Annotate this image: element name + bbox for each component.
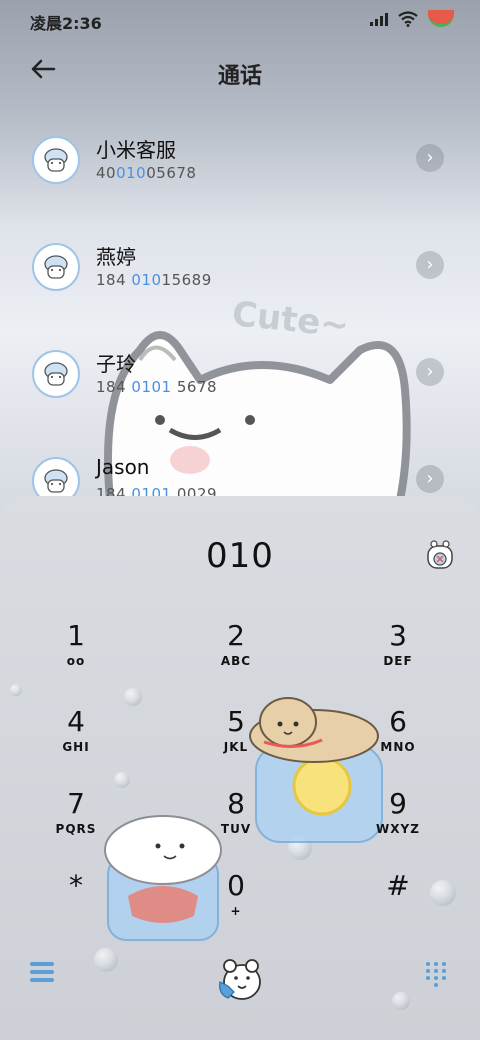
keypad-icon[interactable] bbox=[426, 962, 450, 988]
chevron-right-icon[interactable]: › bbox=[416, 251, 444, 279]
dialed-number: 010 bbox=[206, 536, 274, 576]
contact-name: Jason bbox=[96, 455, 150, 479]
bottom-bar bbox=[0, 940, 480, 1010]
delete-icon[interactable] bbox=[422, 536, 458, 572]
avatar bbox=[32, 243, 80, 291]
chevron-right-icon[interactable]: › bbox=[416, 358, 444, 386]
header: 通话 bbox=[0, 44, 480, 100]
wifi-icon bbox=[398, 10, 418, 27]
contact-name: 小米客服 bbox=[96, 138, 176, 162]
dial-key-5[interactable]: 5 JKL bbox=[176, 706, 296, 776]
contact-number: 184 0101 5678 bbox=[96, 378, 218, 396]
dial-key-7[interactable]: 7 PQRS bbox=[16, 788, 136, 858]
contact-number: 184 01015689 bbox=[96, 271, 212, 289]
avatar bbox=[32, 457, 80, 498]
dial-key-1[interactable]: 1 oo bbox=[16, 620, 136, 690]
page-title: 通话 bbox=[217, 64, 262, 89]
call-icon[interactable] bbox=[214, 952, 266, 1004]
avatar bbox=[32, 350, 80, 398]
status-time: 凌晨2:36 bbox=[30, 14, 102, 33]
contact-name: 燕婷 bbox=[96, 245, 136, 269]
list-item[interactable]: 小米客服 4001005678 › bbox=[0, 118, 480, 208]
dial-key-9[interactable]: 9 WXYZ bbox=[338, 788, 458, 858]
chevron-right-icon[interactable]: › bbox=[416, 465, 444, 493]
status-icons bbox=[370, 10, 454, 27]
dial-key-6[interactable]: 6 MNO bbox=[338, 706, 458, 776]
voicemail-icon: oo bbox=[66, 654, 86, 668]
menu-icon[interactable] bbox=[30, 962, 54, 986]
contact-name: 子玲 bbox=[96, 352, 136, 376]
dial-key-2[interactable]: 2 ABC bbox=[176, 620, 296, 690]
list-item[interactable]: Jason 184 0101 0029 › bbox=[0, 439, 480, 498]
dial-key-3[interactable]: 3 DEF bbox=[338, 620, 458, 690]
list-item[interactable]: 燕婷 184 01015689 › bbox=[0, 225, 480, 315]
dial-key-8[interactable]: 8 TUV bbox=[176, 788, 296, 858]
dial-key-hash[interactable]: # bbox=[338, 870, 458, 940]
dial-key-4[interactable]: 4 GHI bbox=[16, 706, 136, 776]
water-drop-decoration bbox=[124, 688, 142, 706]
avatar bbox=[32, 136, 80, 184]
chevron-right-icon[interactable]: › bbox=[416, 144, 444, 172]
battery-icon bbox=[428, 10, 454, 27]
list-item[interactable]: 子玲 184 0101 5678 › bbox=[0, 332, 480, 422]
contact-number: 4001005678 bbox=[96, 164, 197, 182]
dial-key-star[interactable]: * bbox=[16, 870, 136, 940]
contact-list: 小米客服 4001005678 › 燕婷 184 01015689 › 子玲 1… bbox=[0, 118, 480, 498]
status-bar: 凌晨2:36 bbox=[0, 0, 480, 44]
signal-icon bbox=[370, 12, 388, 26]
dial-key-0[interactable]: 0 + bbox=[176, 870, 296, 940]
